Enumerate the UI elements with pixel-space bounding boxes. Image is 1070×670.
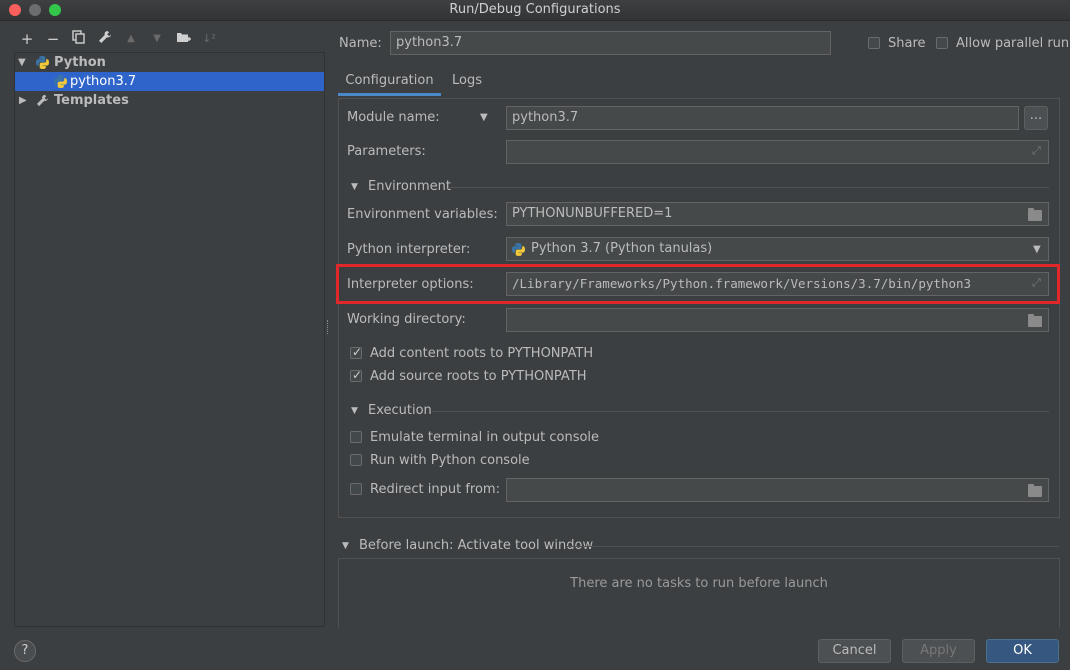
before-launch-empty-text: There are no tasks to run before launch [570, 576, 828, 591]
python-icon [36, 56, 49, 69]
expand-icon[interactable]: ⤢ [1032, 277, 1044, 289]
section-divider [432, 411, 1049, 412]
copy-icon[interactable] [70, 30, 88, 48]
python-icon [54, 75, 67, 88]
before-launch-title: Before launch: Activate tool window [359, 538, 594, 553]
redirect-input-checkbox[interactable] [350, 483, 362, 495]
content-roots-label: Add content roots to PYTHONPATH [370, 346, 594, 361]
before-launch-collapse-icon[interactable]: ▼ [342, 541, 349, 551]
share-checkbox[interactable] [868, 37, 880, 49]
execution-section-title: Execution [368, 403, 432, 418]
wrench-icon[interactable] [96, 30, 114, 48]
expand-icon[interactable]: ⤢ [1032, 145, 1044, 157]
expand-arrow-icon[interactable]: ▼ [18, 53, 28, 72]
emulate-terminal-label: Emulate terminal in output console [370, 430, 600, 445]
tree-item-templates[interactable]: ▶ Templates [15, 91, 324, 110]
name-label: Name: [339, 36, 382, 51]
python-icon [512, 243, 525, 256]
section-divider [567, 546, 1059, 547]
redirect-input-field[interactable] [506, 478, 1049, 502]
configuration-tree: ▼ Python python3.7 ▶ Templates [14, 52, 325, 627]
allow-parallel-checkbox[interactable] [936, 37, 948, 49]
working-directory-label: Working directory: [347, 312, 466, 327]
parameters-input[interactable] [506, 140, 1049, 164]
share-label: Share [888, 36, 926, 51]
tree-item-python3-7[interactable]: python3.7 [15, 72, 324, 91]
section-divider [448, 187, 1049, 188]
python-interpreter-select[interactable]: Python 3.7 (Python tanulas) [506, 237, 1049, 261]
folder-icon[interactable] [1027, 207, 1045, 221]
content-roots-checkbox[interactable] [350, 345, 362, 359]
collapse-arrow-icon[interactable]: ▶ [19, 91, 29, 110]
module-name-label: Module name: [347, 110, 440, 125]
ok-button[interactable]: OK [986, 639, 1059, 663]
help-button[interactable]: ? [14, 640, 36, 662]
redirect-input-label: Redirect input from: [370, 482, 500, 497]
interpreter-options-label: Interpreter options: [347, 277, 474, 292]
tree-item-python[interactable]: ▼ Python [15, 53, 324, 72]
allow-parallel-label: Allow parallel run [956, 36, 1070, 51]
before-launch-list [338, 558, 1060, 628]
python-console-label: Run with Python console [370, 453, 530, 468]
python-interpreter-label: Python interpreter: [347, 242, 471, 257]
env-vars-label: Environment variables: [347, 207, 498, 222]
module-type-dropdown-icon[interactable]: ▼ [480, 112, 488, 123]
add-icon[interactable]: + [18, 30, 36, 48]
section-collapse-icon[interactable]: ▼ [351, 182, 358, 192]
apply-button[interactable]: Apply [902, 639, 975, 663]
tab-configuration[interactable]: Configuration [338, 66, 441, 96]
name-input[interactable]: python3.7 [390, 31, 831, 55]
splitter-handle[interactable] [327, 320, 331, 334]
working-directory-input[interactable] [506, 308, 1049, 332]
chevron-down-icon[interactable]: ▼ [1033, 244, 1041, 255]
parameters-label: Parameters: [347, 144, 426, 159]
new-folder-icon[interactable] [174, 30, 192, 48]
cancel-button[interactable]: Cancel [818, 639, 891, 663]
environment-section-title: Environment [368, 179, 452, 194]
move-down-icon: ▼ [153, 33, 161, 44]
emulate-terminal-checkbox[interactable] [350, 431, 362, 443]
folder-icon[interactable] [1027, 313, 1045, 327]
remove-icon[interactable]: − [44, 30, 62, 48]
source-roots-checkbox[interactable] [350, 368, 362, 382]
python-console-checkbox[interactable] [350, 454, 362, 466]
tree-item-label: Templates [54, 93, 129, 108]
wrench-icon [36, 94, 49, 107]
move-up-icon: ▲ [127, 33, 135, 44]
tree-item-label: python3.7 [70, 74, 137, 89]
browse-module-button[interactable]: ... [1024, 106, 1048, 130]
env-vars-input[interactable]: PYTHONUNBUFFERED=1 [506, 202, 1049, 226]
interpreter-options-input[interactable]: /Library/Frameworks/Python.framework/Ver… [506, 272, 1049, 296]
tree-item-label: Python [54, 55, 106, 70]
sort-icon: ↓² [202, 32, 216, 45]
section-collapse-icon[interactable]: ▼ [351, 406, 358, 416]
source-roots-label: Add source roots to PYTHONPATH [370, 369, 587, 384]
window-title: Run/Debug Configurations [449, 2, 621, 17]
tab-logs[interactable]: Logs [446, 66, 488, 96]
folder-icon[interactable] [1027, 483, 1045, 497]
module-name-input[interactable]: python3.7 [506, 106, 1019, 130]
